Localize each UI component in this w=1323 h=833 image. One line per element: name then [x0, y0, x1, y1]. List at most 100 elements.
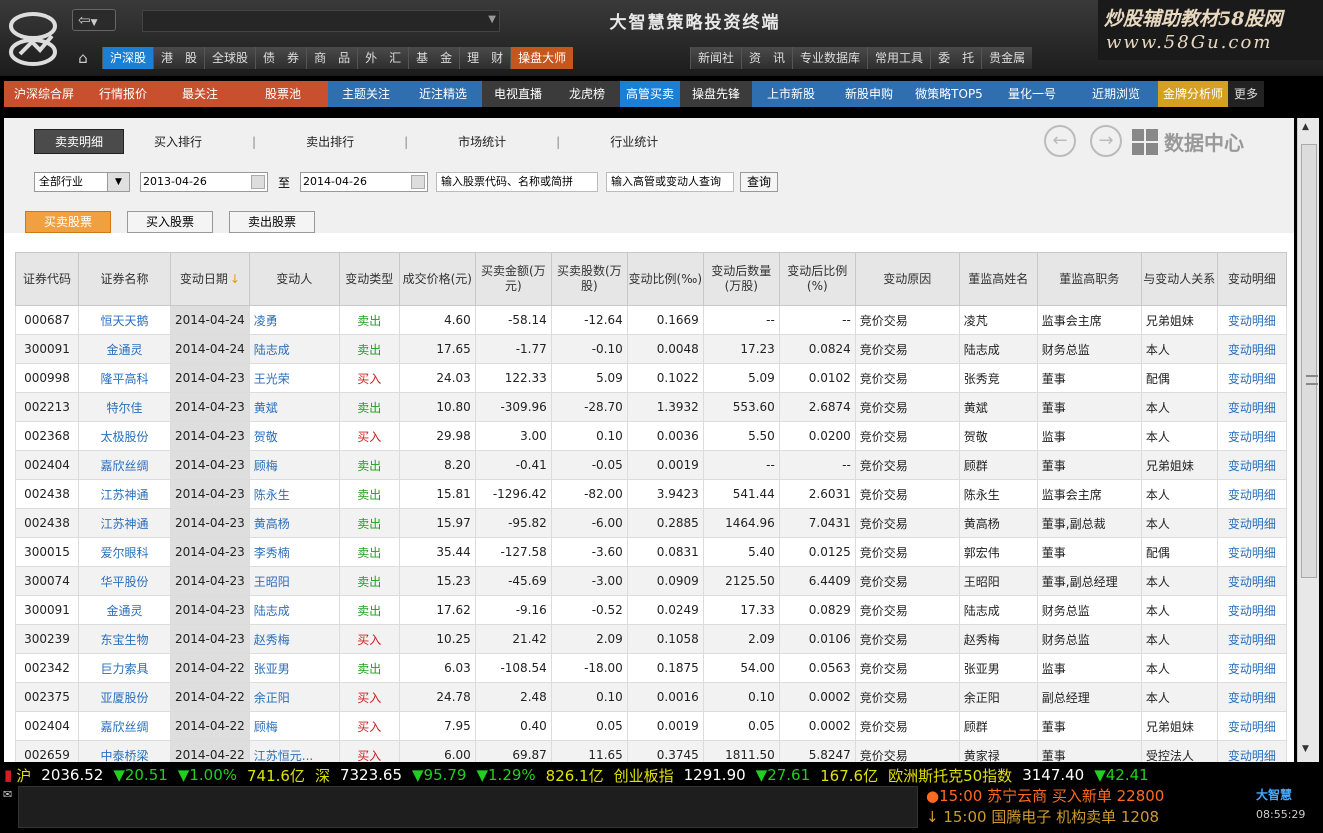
main-nav-item[interactable]: 外 汇	[357, 47, 409, 69]
tab-buy-ranking[interactable]: 买入排行	[154, 133, 202, 150]
sub-nav-item[interactable]: 高管买卖	[620, 81, 680, 107]
buy-sell-stocks-button[interactable]: 买卖股票	[25, 211, 111, 233]
sub-nav-item[interactable]: 新股申购	[830, 81, 908, 107]
table-cell[interactable]: 亚厦股份	[77, 682, 172, 712]
table-cell[interactable]: 变动明细	[1216, 334, 1287, 364]
table-cell[interactable]: 变动明细	[1216, 595, 1287, 625]
query-button[interactable]: 查询	[740, 172, 779, 192]
table-cell[interactable]: 黄斌	[248, 392, 340, 422]
table-row[interactable]: 002404 嘉欣丝绸 2014-04-22 顾梅 买入 7.95 0.40 0.05 0.00…	[15, 711, 1287, 741]
calendar-icon[interactable]	[411, 175, 426, 189]
column-header[interactable]: 董监高职务	[1036, 252, 1142, 306]
tab-industry-stats[interactable]: 行业统计	[610, 133, 658, 150]
table-cell[interactable]: 金通灵	[77, 595, 172, 625]
buy-stocks-button[interactable]: 买入股票	[127, 211, 213, 233]
table-cell[interactable]: 金通灵	[77, 334, 172, 364]
executive-search-input[interactable]: 输入高管或变动人查询	[606, 172, 735, 192]
sub-nav-item[interactable]: 股票池	[238, 81, 328, 107]
vertical-scrollbar[interactable]: ▲ ▼	[1297, 118, 1319, 762]
column-header[interactable]: 买卖股数(万股)	[550, 252, 628, 306]
main-nav-item[interactable]: 理 财	[459, 47, 511, 69]
table-row[interactable]: 002213 特尔佳 2014-04-23 黄斌 卖出 10.80 -309.96 -28.7…	[15, 392, 1287, 422]
dropdown-arrow-icon[interactable]: ▼	[107, 173, 129, 191]
table-cell[interactable]: 变动明细	[1216, 537, 1287, 567]
table-row[interactable]: 000687 恒天天鹅 2014-04-24 凌勇 卖出 4.60 -58.14 -12.64…	[15, 305, 1287, 335]
main-nav-item[interactable]: 债 券	[255, 47, 307, 69]
table-cell[interactable]: 变动明细	[1216, 682, 1287, 712]
table-cell[interactable]: 变动明细	[1216, 305, 1287, 335]
main-nav-item[interactable]: 商 品	[306, 47, 358, 69]
tab-market-stats[interactable]: 市场统计	[458, 133, 506, 150]
table-cell[interactable]: 变动明细	[1216, 740, 1287, 762]
back-button[interactable]: ⇦▼	[72, 9, 116, 31]
table-cell[interactable]: 太极股份	[77, 421, 172, 451]
mail-icon[interactable]: ✉	[3, 788, 12, 801]
table-cell[interactable]: 江苏神通	[77, 479, 172, 509]
table-cell[interactable]: 变动明细	[1216, 392, 1287, 422]
table-cell[interactable]: 变动明细	[1216, 653, 1287, 683]
table-cell[interactable]: 变动明细	[1216, 624, 1287, 654]
column-header[interactable]: 变动日期 ↓	[170, 252, 250, 306]
table-cell[interactable]: 嘉欣丝绸	[77, 450, 172, 480]
table-row[interactable]: 002404 嘉欣丝绸 2014-04-23 顾梅 卖出 8.20 -0.41 -0.05 0.…	[15, 450, 1287, 480]
main-nav-item[interactable]: 操盘大师	[510, 47, 574, 69]
table-cell[interactable]: 嘉欣丝绸	[77, 711, 172, 741]
column-header[interactable]: 董监高姓名	[958, 252, 1038, 306]
sub-nav-item[interactable]: 行情报价	[84, 81, 162, 107]
sub-nav-item[interactable]: 最关注	[162, 81, 238, 107]
scroll-thumb[interactable]	[1301, 144, 1318, 578]
table-cell[interactable]: 黄高杨	[248, 508, 340, 538]
table-cell[interactable]: 变动明细	[1216, 363, 1287, 393]
column-header[interactable]: 变动原因	[854, 252, 960, 306]
main-nav-item[interactable]: 港 股	[153, 47, 205, 69]
home-icon[interactable]: ⌂	[70, 46, 96, 70]
sub-nav-item[interactable]: 主题关注	[328, 81, 404, 107]
next-icon[interactable]: →	[1090, 125, 1122, 157]
table-row[interactable]: 300015 爱尔眼科 2014-04-23 李秀楠 卖出 35.44 -127.58 -3.…	[15, 537, 1287, 567]
table-row[interactable]: 300074 华平股份 2014-04-23 王昭阳 卖出 15.23 -45.69 -3.0…	[15, 566, 1287, 596]
table-row[interactable]: 002368 太极股份 2014-04-23 贺敬 买入 29.98 3.00 0.10 0.0…	[15, 421, 1287, 451]
table-cell[interactable]: 顾梅	[248, 450, 340, 480]
table-cell[interactable]: 恒天天鹅	[77, 305, 172, 335]
table-cell[interactable]: 特尔佳	[77, 392, 172, 422]
prev-icon[interactable]: ←	[1044, 125, 1076, 157]
column-header[interactable]: 变动明细	[1216, 252, 1287, 306]
table-cell[interactable]: 凌勇	[248, 305, 340, 335]
table-cell[interactable]: 陆志成	[248, 595, 340, 625]
scroll-up-icon[interactable]: ▲	[1302, 122, 1309, 132]
table-cell[interactable]: 爱尔眼科	[77, 537, 172, 567]
table-row[interactable]: 300239 东宝生物 2014-04-23 赵秀梅 买入 10.25 21.42 2.09 0…	[15, 624, 1287, 654]
table-cell[interactable]: 东宝生物	[77, 624, 172, 654]
table-cell[interactable]: 变动明细	[1216, 479, 1287, 509]
column-header[interactable]: 变动比例(‰)	[626, 252, 704, 306]
date-from-input[interactable]: 2013-04-26	[140, 172, 268, 192]
table-cell[interactable]: 江苏神通	[77, 508, 172, 538]
stock-search-input[interactable]: 输入股票代码、名称或简拼	[436, 172, 599, 192]
column-header[interactable]: 变动类型	[338, 252, 400, 306]
right-nav-item[interactable]: 委 托	[930, 47, 982, 69]
table-cell[interactable]: 顾梅	[248, 711, 340, 741]
column-header[interactable]: 买卖金额(万元)	[474, 252, 552, 306]
sub-nav-item[interactable]: 近期浏览	[1074, 81, 1158, 107]
table-cell[interactable]: 陆志成	[248, 334, 340, 364]
table-row[interactable]: 002342 巨力索具 2014-04-22 张亚男 卖出 6.03 -108.54 -18.…	[15, 653, 1287, 683]
main-nav-item[interactable]: 沪深股	[102, 47, 154, 69]
table-row[interactable]: 300091 金通灵 2014-04-24 陆志成 卖出 17.65 -1.77 -0.10 0…	[15, 334, 1287, 364]
table-cell[interactable]: 贺敬	[248, 421, 340, 451]
column-header[interactable]: 证券名称	[77, 252, 172, 306]
sub-nav-item[interactable]: 微策略TOP5	[908, 81, 990, 107]
right-nav-item[interactable]: 常用工具	[867, 47, 931, 69]
table-cell[interactable]: 江苏恒元...	[248, 740, 340, 762]
sort-arrow-icon[interactable]: ↓	[230, 272, 240, 286]
table-cell[interactable]: 变动明细	[1216, 711, 1287, 741]
column-header[interactable]: 成交价格(元)	[398, 252, 476, 306]
column-header[interactable]: 变动后数量(万股)	[702, 252, 780, 306]
right-nav-item[interactable]: 贵金属	[981, 47, 1033, 69]
sub-nav-item[interactable]: 更多	[1228, 81, 1264, 107]
table-cell[interactable]: 张亚男	[248, 653, 340, 683]
column-header[interactable]: 变动后比例(%)	[778, 252, 856, 306]
address-bar[interactable]: ▼	[142, 10, 500, 32]
table-cell[interactable]: 陈永生	[248, 479, 340, 509]
table-cell[interactable]: 变动明细	[1216, 450, 1287, 480]
right-nav-item[interactable]: 专业数据库	[792, 47, 868, 69]
